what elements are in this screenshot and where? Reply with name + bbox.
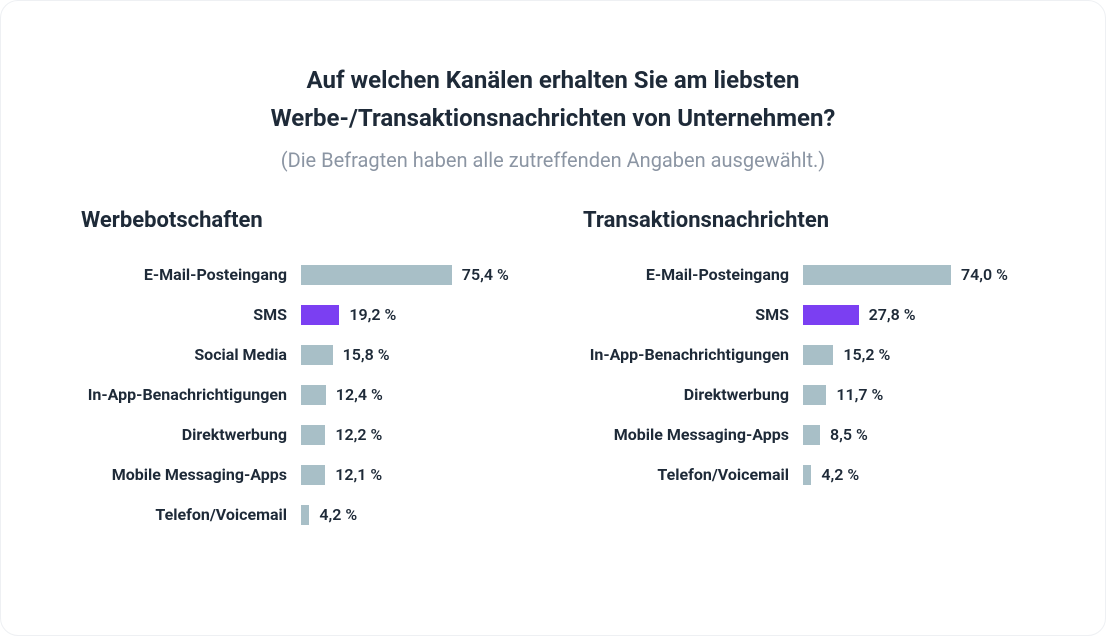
row-track: 19,2 % bbox=[301, 295, 533, 335]
chart-row: Telefon/Voicemail 4,2 % bbox=[573, 455, 1035, 495]
row-track: 15,2 % bbox=[803, 335, 1035, 375]
chart-row: Direktwerbung 11,7 % bbox=[573, 375, 1035, 415]
chart-row: In-App-Benachrichtigungen 12,4 % bbox=[71, 375, 533, 415]
bar bbox=[301, 505, 309, 525]
bar-highlight bbox=[803, 305, 859, 325]
chart-title: Auf welchen Kanälen erhalten Sie am lieb… bbox=[193, 61, 913, 138]
bar bbox=[803, 465, 811, 485]
row-track: 27,8 % bbox=[803, 295, 1035, 335]
value-label: 11,7 % bbox=[836, 385, 883, 404]
chart-row: E-Mail-Posteingang 75,4 % bbox=[71, 255, 533, 295]
bar bbox=[301, 425, 325, 445]
row-track: 12,1 % bbox=[301, 455, 533, 495]
value-label: 15,2 % bbox=[843, 345, 890, 364]
row-label: Telefon/Voicemail bbox=[71, 505, 301, 524]
chart-heading: Werbebotschaften bbox=[71, 208, 533, 233]
row-label: In-App-Benachrichtigungen bbox=[71, 385, 301, 404]
row-track: 8,5 % bbox=[803, 415, 1035, 455]
value-label: 12,2 % bbox=[335, 425, 382, 444]
value-label: 74,0 % bbox=[961, 265, 1008, 284]
row-label: Social Media bbox=[71, 345, 301, 364]
row-label: Direktwerbung bbox=[573, 385, 803, 404]
bar bbox=[301, 345, 333, 365]
value-label: 8,5 % bbox=[830, 425, 868, 444]
chart-row: In-App-Benachrichtigungen 15,2 % bbox=[573, 335, 1035, 375]
row-label: SMS bbox=[71, 305, 301, 324]
value-label: 27,8 % bbox=[869, 305, 916, 324]
row-label: Mobile Messaging-Apps bbox=[71, 465, 301, 484]
row-track: 11,7 % bbox=[803, 375, 1035, 415]
chart-row: Direktwerbung 12,2 % bbox=[71, 415, 533, 455]
bar bbox=[803, 385, 826, 405]
row-label: Mobile Messaging-Apps bbox=[573, 425, 803, 444]
row-track: 4,2 % bbox=[301, 495, 533, 535]
value-label: 15,8 % bbox=[343, 345, 390, 364]
value-label: 75,4 % bbox=[462, 265, 509, 284]
value-label: 12,1 % bbox=[335, 465, 382, 484]
row-label: Telefon/Voicemail bbox=[573, 465, 803, 484]
bar bbox=[803, 425, 820, 445]
chart-1: Transaktionsnachrichten E-Mail-Posteingan… bbox=[573, 208, 1035, 535]
bar bbox=[301, 465, 325, 485]
row-track: 75,4 % bbox=[301, 255, 533, 295]
row-track: 12,2 % bbox=[301, 415, 533, 455]
row-label: In-App-Benachrichtigungen bbox=[573, 345, 803, 364]
value-label: 4,2 % bbox=[821, 465, 859, 484]
bar-highlight bbox=[301, 305, 339, 325]
chart-row: Social Media 15,8 % bbox=[71, 335, 533, 375]
charts-container: Werbebotschaften E-Mail-Posteingang 75,4 %… bbox=[51, 208, 1055, 535]
row-track: 12,4 % bbox=[301, 375, 533, 415]
chart-subtitle: (Die Befragten haben alle zutreffenden A… bbox=[51, 148, 1055, 172]
row-track: 74,0 % bbox=[803, 255, 1035, 295]
bar bbox=[803, 345, 833, 365]
chart-heading: Transaktionsnachrichten bbox=[573, 208, 1035, 233]
value-label: 4,2 % bbox=[319, 505, 357, 524]
row-label: Direktwerbung bbox=[71, 425, 301, 444]
row-track: 4,2 % bbox=[803, 455, 1035, 495]
bar bbox=[301, 385, 326, 405]
row-track: 15,8 % bbox=[301, 335, 533, 375]
bar bbox=[301, 265, 452, 285]
row-label: E-Mail-Posteingang bbox=[71, 265, 301, 284]
chart-row: E-Mail-Posteingang 74,0 % bbox=[573, 255, 1035, 295]
row-label: E-Mail-Posteingang bbox=[573, 265, 803, 284]
chart-row: SMS 19,2 % bbox=[71, 295, 533, 335]
value-label: 19,2 % bbox=[349, 305, 396, 324]
chart-row: SMS 27,8 % bbox=[573, 295, 1035, 335]
value-label: 12,4 % bbox=[336, 385, 383, 404]
chart-card: Auf welchen Kanälen erhalten Sie am lieb… bbox=[0, 0, 1106, 636]
chart-row: Mobile Messaging-Apps 12,1 % bbox=[71, 455, 533, 495]
chart-row: Mobile Messaging-Apps 8,5 % bbox=[573, 415, 1035, 455]
bar bbox=[803, 265, 951, 285]
chart-0: Werbebotschaften E-Mail-Posteingang 75,4 %… bbox=[71, 208, 533, 535]
row-label: SMS bbox=[573, 305, 803, 324]
chart-row: Telefon/Voicemail 4,2 % bbox=[71, 495, 533, 535]
